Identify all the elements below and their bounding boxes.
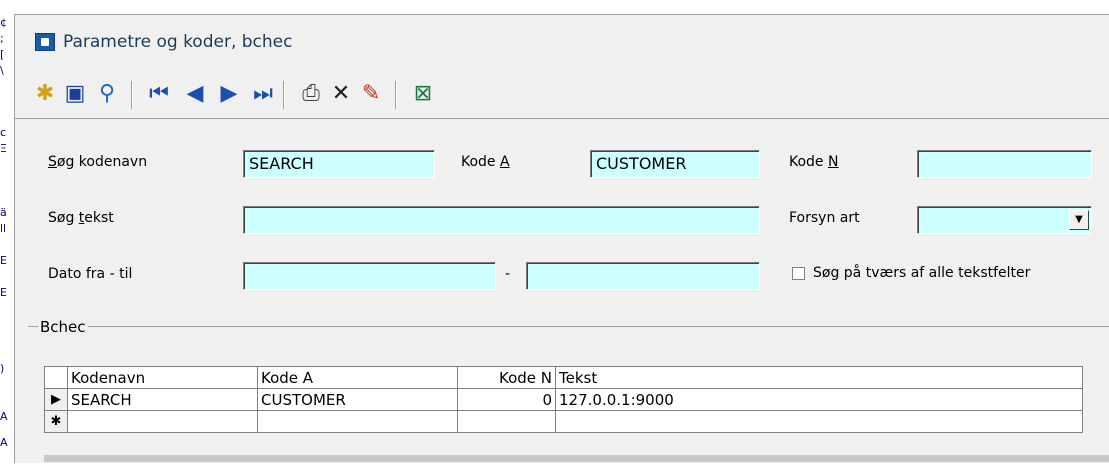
date-range-label: Dato fra - til: [48, 266, 133, 282]
search-all-checkbox[interactable]: [792, 267, 805, 280]
last-record-icon[interactable]: ⏭: [249, 79, 277, 109]
next-record-icon[interactable]: ▶: [215, 79, 243, 109]
background-window-edge: ¢;[\ c Ξä ll E E) A A: [0, 0, 14, 462]
chevron-down-icon[interactable]: ▼: [1069, 210, 1089, 230]
code-n-input[interactable]: [917, 150, 1092, 178]
date-separator: -: [505, 266, 511, 282]
search-text-input[interactable]: [243, 206, 760, 234]
delete-icon[interactable]: ✕: [327, 79, 355, 109]
first-record-icon[interactable]: ⏮: [145, 79, 173, 109]
excel-export-icon[interactable]: ⊠: [409, 79, 437, 109]
column-header-kode-a[interactable]: Kode A: [257, 366, 458, 389]
column-header-tekst[interactable]: Tekst: [555, 366, 1083, 389]
current-row-indicator-icon[interactable]: ▶: [44, 388, 68, 411]
cell-kode-a[interactable]: CUSTOMER: [257, 388, 458, 411]
window-icon: [35, 33, 55, 51]
save-icon[interactable]: ▣: [61, 79, 89, 109]
toolbar-separator: [131, 81, 133, 109]
search-icon[interactable]: ⚲: [93, 79, 121, 109]
code-a-input[interactable]: CUSTOMER: [590, 150, 760, 178]
records-grid: Kodenavn Kode A Kode N Tekst ▶ SEARCH CU…: [44, 366, 1083, 433]
column-header-kodenavn[interactable]: Kodenavn: [67, 366, 258, 389]
table-row[interactable]: ▶ SEARCH CUSTOMER 0 127.0.0.1:9000: [44, 388, 1083, 411]
cell-kodenavn[interactable]: SEARCH: [67, 388, 258, 411]
new-cell-tekst[interactable]: [555, 410, 1083, 433]
title-bar: Parametre og koder, bchec: [15, 15, 1109, 63]
code-n-label: Kode N: [789, 154, 839, 170]
new-cell-kode-a[interactable]: [257, 410, 458, 433]
new-row-asterisk-icon[interactable]: ✱: [44, 410, 68, 433]
grid-empty-area: [44, 455, 1109, 462]
forsyn-art-label: Forsyn art: [789, 210, 860, 226]
toolbar-separator: [283, 81, 285, 109]
cell-tekst[interactable]: 127.0.0.1:9000: [555, 388, 1083, 411]
forsyn-art-select[interactable]: ▼: [917, 206, 1092, 234]
column-header-kode-n[interactable]: Kode N: [457, 366, 556, 389]
date-from-input[interactable]: [243, 262, 496, 290]
code-a-label: Kode A: [461, 154, 510, 170]
new-cell-kode-n[interactable]: [457, 410, 556, 433]
search-text-label: Søg tekst: [48, 210, 114, 226]
toolbar-separator: [395, 81, 397, 109]
toolbar: ✱ ▣ ⚲ ⏮ ◀ ▶ ⏭ ⎙ ✕ ✎ ⊠: [15, 71, 1109, 117]
previous-record-icon[interactable]: ◀: [181, 79, 209, 109]
search-all-label: Søg på tværs af alle tekstfelter: [813, 265, 1031, 281]
cell-kode-n[interactable]: 0: [457, 388, 556, 411]
print-icon[interactable]: ⎙: [297, 79, 325, 109]
search-name-input[interactable]: SEARCH: [243, 150, 435, 178]
date-to-input[interactable]: [526, 262, 760, 290]
edit-icon[interactable]: ✎: [357, 79, 385, 109]
grid-header-row: Kodenavn Kode A Kode N Tekst: [44, 366, 1083, 389]
new-record-icon[interactable]: ✱: [31, 79, 59, 109]
new-row[interactable]: ✱: [44, 410, 1083, 433]
row-selector-header[interactable]: [44, 366, 68, 389]
bchec-group-label: Bchec: [38, 318, 88, 336]
new-cell-kodenavn[interactable]: [67, 410, 258, 433]
search-name-label: Søg kodenavn: [48, 154, 148, 170]
window-title: Parametre og koder, bchec: [63, 32, 293, 52]
